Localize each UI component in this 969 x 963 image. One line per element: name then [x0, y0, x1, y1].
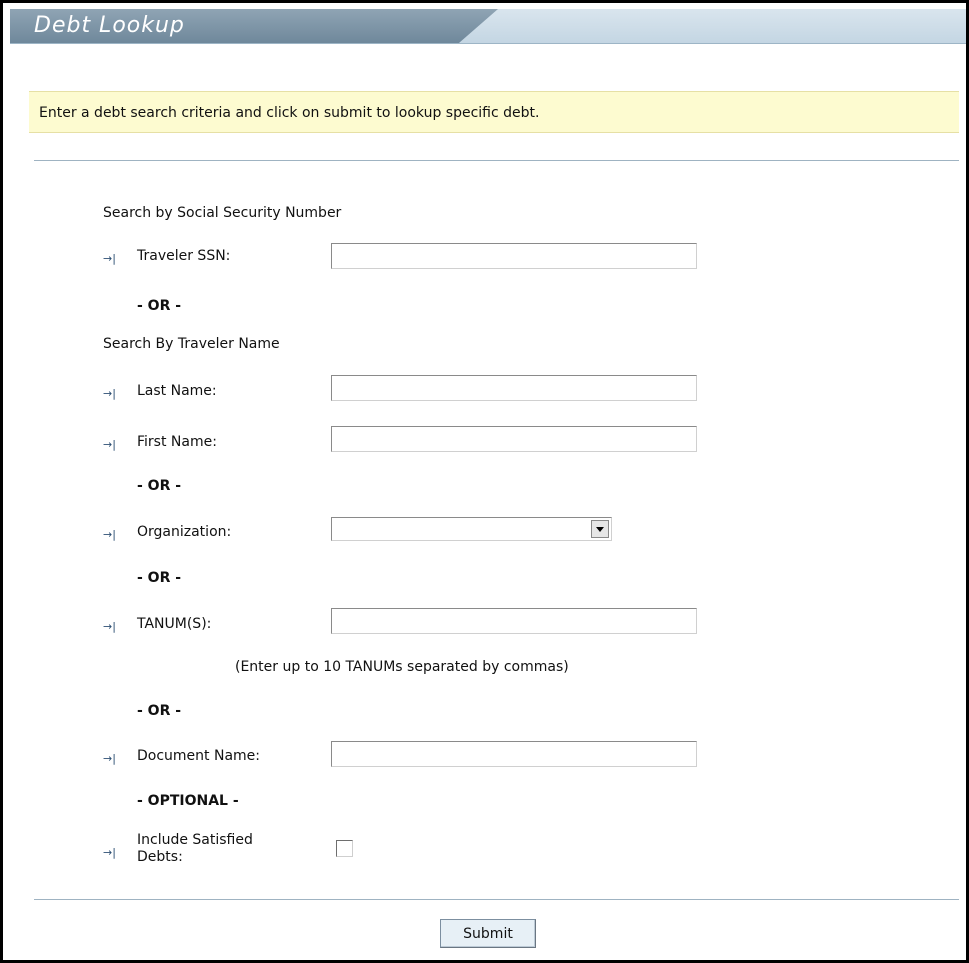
name-section-heading: Search By Traveler Name — [103, 336, 280, 352]
title-bar: Debt Lookup — [10, 9, 966, 44]
arrow-to-bar-icon: →| — [103, 387, 116, 400]
satisfied-debts-label-line2: Debts: — [137, 849, 183, 865]
arrow-to-bar-icon: →| — [103, 752, 116, 765]
info-banner: Enter a debt search criteria and click o… — [29, 91, 959, 133]
document-name-input[interactable] — [331, 741, 697, 767]
arrow-to-bar-icon: →| — [103, 438, 116, 451]
document-name-label: Document Name: — [137, 748, 260, 764]
tanum-hint: (Enter up to 10 TANUMs separated by comm… — [235, 659, 569, 675]
satisfied-debts-label-line1: Include Satisfied — [137, 832, 253, 848]
last-name-input[interactable] — [331, 375, 697, 401]
ssn-label: Traveler SSN: — [137, 248, 231, 264]
divider-bottom — [34, 899, 959, 900]
or-separator: - OR - — [137, 478, 182, 494]
divider-top — [34, 160, 959, 161]
arrow-to-bar-icon: →| — [103, 846, 116, 859]
last-name-label: Last Name: — [137, 383, 217, 399]
submit-button[interactable]: Submit — [440, 919, 536, 948]
page-title: Debt Lookup — [34, 13, 185, 38]
chevron-down-icon[interactable] — [591, 520, 609, 538]
or-separator: - OR - — [137, 570, 182, 586]
optional-separator: - OPTIONAL - — [137, 793, 239, 809]
arrow-to-bar-icon: →| — [103, 252, 116, 265]
include-satisfied-checkbox[interactable] — [336, 840, 353, 857]
organization-label: Organization: — [137, 524, 232, 540]
debt-lookup-panel: Debt Lookup Enter a debt search criteria… — [0, 0, 969, 963]
first-name-input[interactable] — [331, 426, 697, 452]
tanum-label: TANUM(S): — [137, 616, 212, 632]
or-separator: - OR - — [137, 298, 182, 314]
tanum-input[interactable] — [331, 608, 697, 634]
ssn-input[interactable] — [331, 243, 697, 269]
arrow-to-bar-icon: →| — [103, 528, 116, 541]
ssn-section-heading: Search by Social Security Number — [103, 205, 342, 221]
first-name-label: First Name: — [137, 434, 217, 450]
or-separator: - OR - — [137, 703, 182, 719]
arrow-to-bar-icon: →| — [103, 620, 116, 633]
organization-select[interactable] — [331, 517, 612, 541]
info-message: Enter a debt search criteria and click o… — [39, 105, 540, 121]
satisfied-debts-label: Include Satisfied Debts: — [137, 832, 253, 866]
